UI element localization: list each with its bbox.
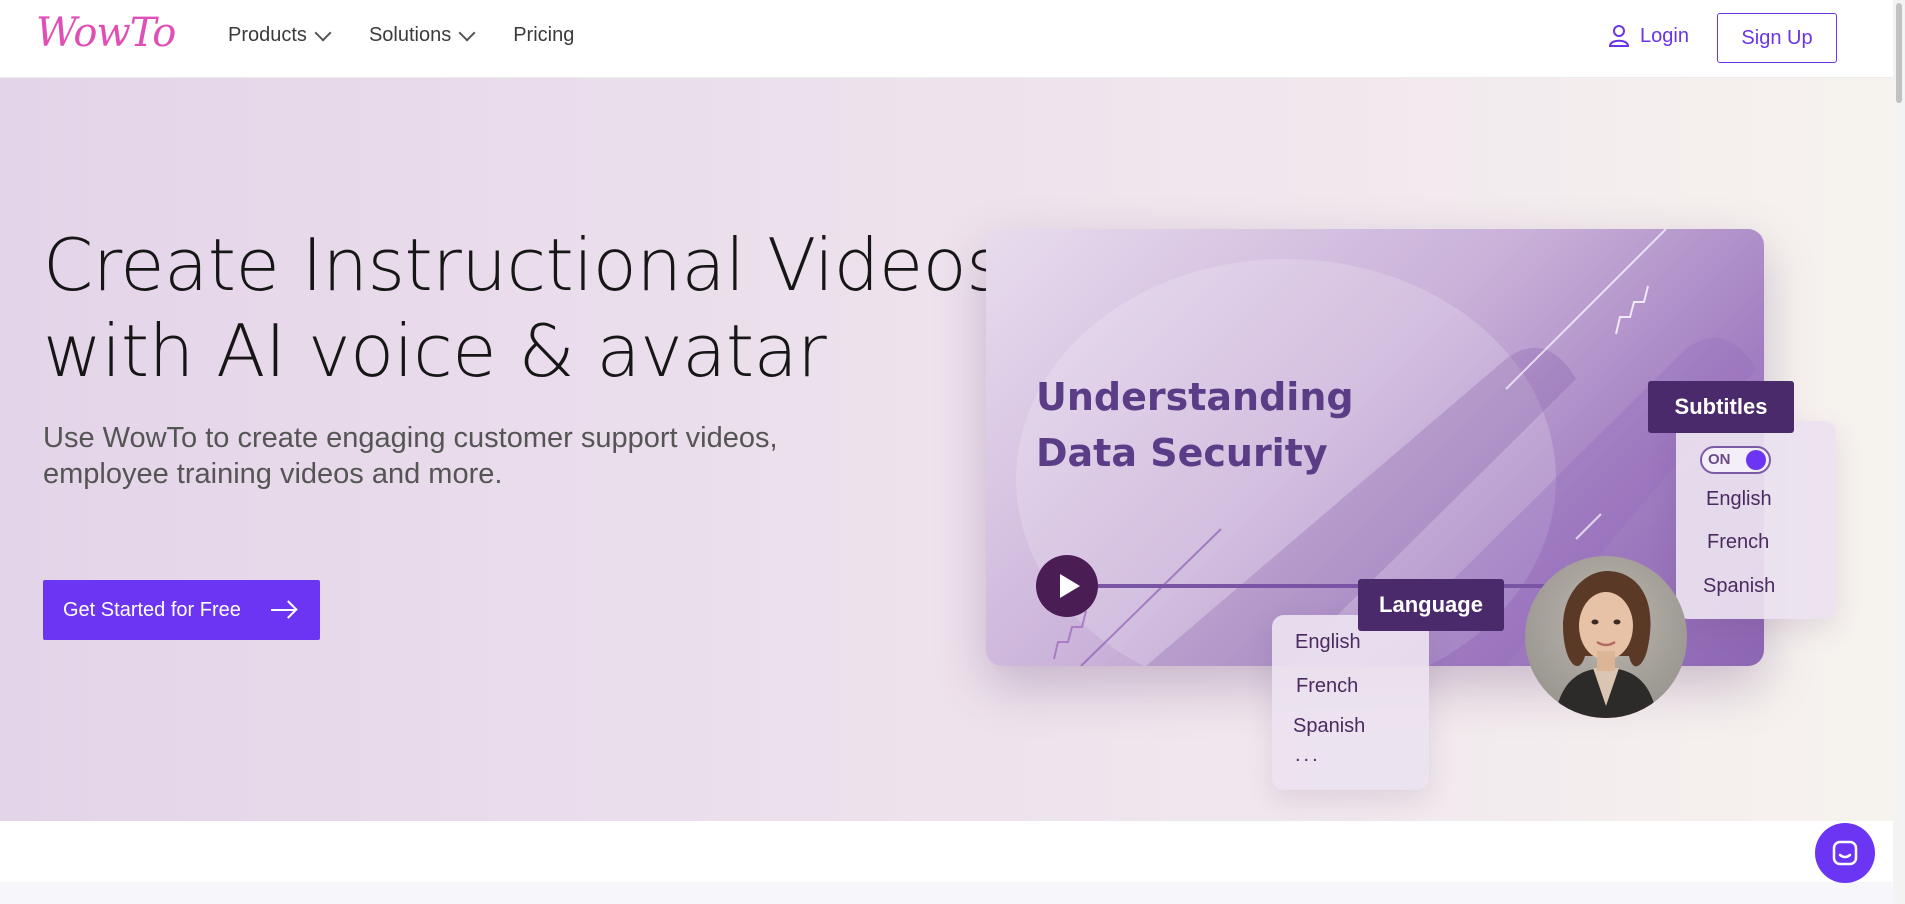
subtitles-title-text: Subtitles: [1674, 394, 1768, 419]
next-section-strip: [0, 882, 1905, 904]
chevron-down-icon: [314, 24, 332, 41]
video-title: Understanding Data Security: [1036, 369, 1354, 481]
chat-launcher-button[interactable]: [1815, 823, 1875, 883]
chevron-down-icon: [458, 24, 476, 41]
sign-up-button[interactable]: Sign Up: [1717, 13, 1837, 63]
presenter-portrait: [1555, 571, 1657, 718]
subtitles-title: Subtitles: [1648, 381, 1794, 433]
headline-line-1: Create Instructional Videos: [43, 223, 1004, 307]
nav-pricing[interactable]: Pricing: [513, 24, 574, 47]
arrow-right-icon: [270, 609, 295, 611]
play-icon[interactable]: [1036, 555, 1098, 617]
user-icon: [1608, 25, 1630, 47]
site-header: WowTo Products Solutions Pricing Login S…: [0, 0, 1905, 78]
hero-subtext: Use WowTo to create engaging customer su…: [43, 420, 823, 492]
language-option-english[interactable]: English: [1295, 631, 1361, 654]
cta-label: Get Started for Free: [63, 598, 241, 621]
page-scrollbar[interactable]: [1893, 0, 1905, 904]
toggle-label: ON: [1708, 451, 1731, 468]
nav-products[interactable]: Products: [228, 24, 332, 47]
language-option-french[interactable]: French: [1296, 675, 1358, 698]
nav-products-label: Products: [228, 24, 307, 46]
nav-solutions-label: Solutions: [368, 24, 452, 46]
subtitle-option-spanish[interactable]: Spanish: [1703, 575, 1775, 598]
hero-headline: Create Instructional Videos with AI voic…: [43, 222, 1004, 394]
main-nav: Products Solutions Pricing: [228, 24, 574, 47]
nav-solutions[interactable]: Solutions: [368, 24, 476, 47]
nav-pricing-label: Pricing: [513, 24, 575, 46]
subtext-line-2: employee training videos and more.: [43, 458, 503, 490]
language-title-text: Language: [1379, 592, 1483, 617]
scrollbar-thumb[interactable]: [1896, 3, 1902, 103]
chat-icon: [1832, 840, 1858, 866]
video-title-line-2: Data Security: [1036, 431, 1328, 475]
login-label: Login: [1640, 24, 1689, 47]
subtext-line-1: Use WowTo to create engaging customer su…: [43, 422, 778, 454]
logo-text: WowTo: [36, 10, 176, 56]
get-started-button[interactable]: Get Started for Free: [43, 580, 320, 640]
toggle-knob: [1746, 450, 1766, 470]
subtitle-option-french[interactable]: French: [1707, 531, 1769, 554]
subtitles-toggle[interactable]: ON: [1700, 446, 1771, 474]
wowto-logo[interactable]: WowTo: [36, 10, 176, 56]
language-option-spanish[interactable]: Spanish: [1293, 715, 1365, 738]
subtitle-option-english[interactable]: English: [1706, 488, 1772, 511]
login-link[interactable]: Login: [1608, 24, 1689, 48]
language-title: Language: [1358, 579, 1504, 631]
language-more[interactable]: ...: [1295, 744, 1321, 767]
sign-up-label: Sign Up: [1741, 26, 1813, 49]
avatar: [1525, 556, 1687, 718]
headline-line-2: with AI voice & avatar: [43, 309, 827, 393]
video-title-line-1: Understanding: [1036, 375, 1354, 419]
